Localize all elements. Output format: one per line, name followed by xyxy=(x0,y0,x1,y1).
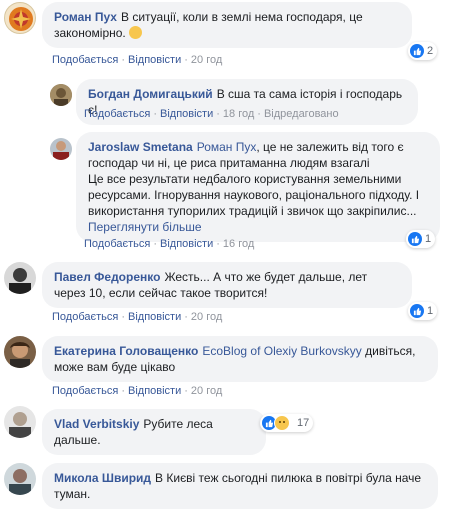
comment-actions: Подобається · Відповісти · 18 год · Відредагов… xyxy=(84,108,339,120)
comment-time[interactable]: 20 год xyxy=(191,54,222,66)
like-reaction-icon xyxy=(410,44,424,58)
like-reaction-icon xyxy=(408,232,422,246)
reply-link[interactable]: Відповісти xyxy=(128,385,181,397)
comment-author[interactable]: Jaroslaw Smetana xyxy=(88,140,193,154)
like-link[interactable]: Подобається xyxy=(52,385,118,397)
reply-link[interactable]: Відповісти xyxy=(128,54,181,66)
comment-author[interactable]: Vlad Verbitskiy xyxy=(54,417,139,431)
avatar[interactable] xyxy=(4,2,36,34)
avatar[interactable] xyxy=(50,138,72,160)
comment-bubble: Vlad Verbitskiy Рубите леса дальше. xyxy=(42,409,266,455)
comment-actions: Подобається · Відповісти · 20 год xyxy=(52,385,223,397)
reaction-count[interactable]: 17 xyxy=(260,414,314,432)
comment-author[interactable]: Павел Федоренко xyxy=(54,270,160,284)
avatar[interactable] xyxy=(4,406,36,438)
comment-actions: Подобається · Відповісти · 20 год xyxy=(52,311,223,323)
comment-actions: Подобається · Відповісти · 20 год xyxy=(52,54,223,66)
mention-link[interactable]: Роман Пух xyxy=(197,140,257,154)
avatar[interactable] xyxy=(50,84,72,106)
comment-text-more: Це все результати недбалого користування… xyxy=(88,172,420,218)
edited-label[interactable]: Відредаговано xyxy=(264,108,339,120)
reaction-count[interactable]: 1 xyxy=(406,230,436,248)
see-more-link[interactable]: Переглянути більше xyxy=(88,220,202,234)
comment-author[interactable]: Роман Пух xyxy=(54,10,117,24)
smile-emoji-icon xyxy=(129,26,143,39)
avatar[interactable] xyxy=(4,463,36,495)
sad-reaction-icon xyxy=(274,415,290,431)
like-link[interactable]: Подобається xyxy=(52,54,118,66)
comment-time[interactable]: 20 год xyxy=(191,385,222,397)
reply-link[interactable]: Відповісти xyxy=(128,311,181,323)
comment-time[interactable]: 20 год xyxy=(191,311,222,323)
like-link[interactable]: Подобається xyxy=(52,311,118,323)
avatar[interactable] xyxy=(4,336,36,368)
reaction-count[interactable]: 1 xyxy=(408,302,438,320)
comment-bubble: Роман Пух В ситуації, коли в землі нема г… xyxy=(42,2,412,48)
like-link[interactable]: Подобається xyxy=(84,108,150,120)
comment-time[interactable]: 18 год xyxy=(223,108,254,120)
reply-link[interactable]: Відповісти xyxy=(160,108,213,120)
comment-bubble: Павел Федоренко Жесть... А что же будет д… xyxy=(42,262,412,308)
avatar[interactable] xyxy=(4,262,36,294)
like-link[interactable]: Подобається xyxy=(84,238,150,250)
reaction-count[interactable]: 2 xyxy=(408,42,438,60)
comment-author[interactable]: Богдан Домигацький xyxy=(88,87,213,101)
comment-actions: Подобається · Відповісти · 16 год xyxy=(84,238,255,250)
comment-author[interactable]: Екатерина Головащенко xyxy=(54,344,198,358)
comment-author[interactable]: Микола Швирид xyxy=(54,471,151,485)
comment-time[interactable]: 16 год xyxy=(223,238,254,250)
comment-bubble: Микола Швирид В Києві теж сьогодні пилюка… xyxy=(42,463,438,509)
comment-bubble: Jaroslaw Smetana Роман Пух, це не залежит… xyxy=(76,132,440,242)
like-reaction-icon xyxy=(410,304,424,318)
reply-link[interactable]: Відповісти xyxy=(160,238,213,250)
comment-bubble: Екатерина Головащенко EcoBlog of Olexiy B… xyxy=(42,336,438,382)
mention-link[interactable]: EcoBlog of Olexiy Burkovskyy xyxy=(202,344,361,358)
